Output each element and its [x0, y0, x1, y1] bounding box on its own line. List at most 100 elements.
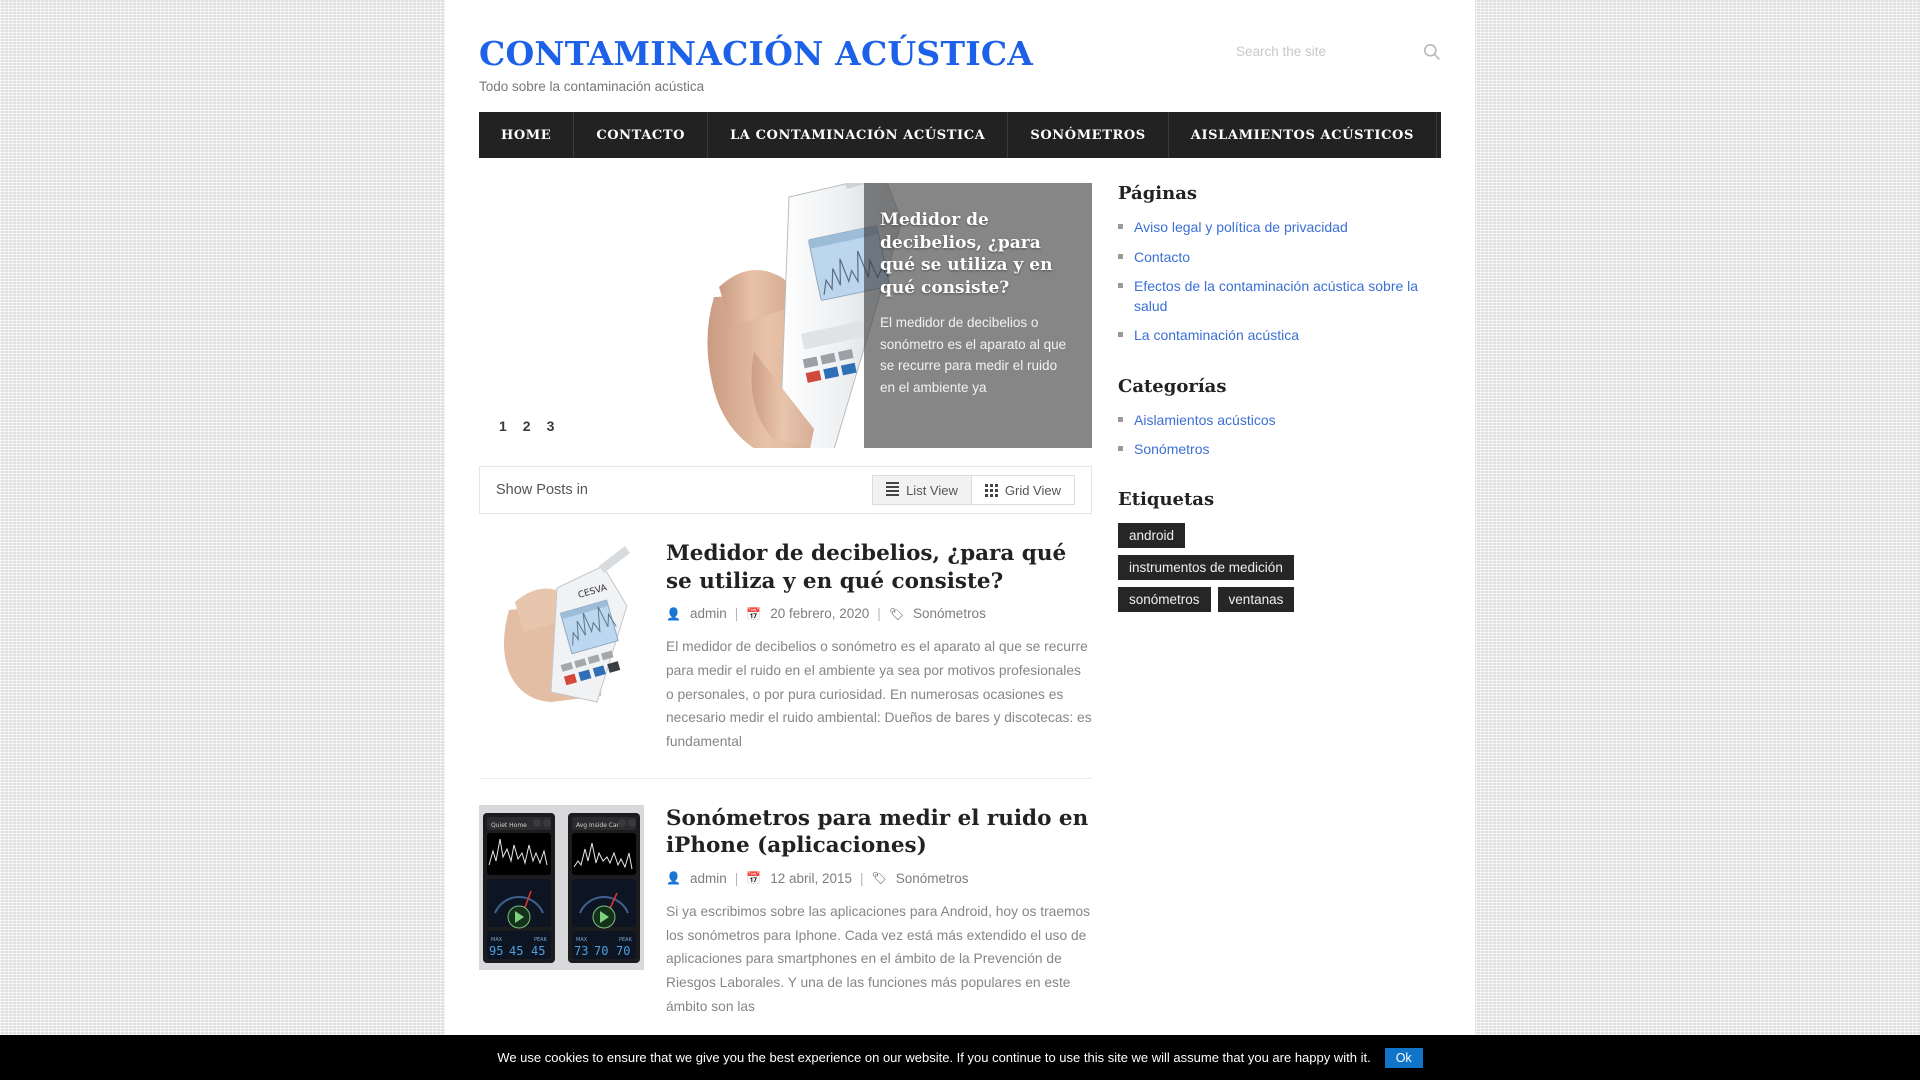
- post-thumbnail[interactable]: Quiet Home MAX PEAK 95 45 45 Avg Inside …: [479, 804, 644, 970]
- tag-ventanas[interactable]: ventanas: [1217, 587, 1295, 613]
- site-header: CONTAMINACIÓN ACÚSTICA Todo sobre la con…: [479, 0, 1441, 112]
- tag-cloud: android instrumentos de medición sonómet…: [1118, 523, 1358, 613]
- post-body: Sonómetros para medir el ruido en iPhone…: [666, 805, 1092, 1019]
- tag-sonometros[interactable]: sonómetros: [1118, 587, 1211, 613]
- nav-item-contacto[interactable]: CONTACTO: [574, 112, 709, 159]
- sidebar-link-aviso-legal[interactable]: Aviso legal y política de privacidad: [1134, 219, 1348, 235]
- nav-item-home[interactable]: HOME: [479, 112, 575, 159]
- view-switcher-bar: Show Posts in List View Grid View: [479, 466, 1092, 515]
- post-title[interactable]: Medidor de decibelios, ¿para qué se util…: [666, 540, 1092, 595]
- svg-text:73: 73: [574, 944, 588, 958]
- search-icon[interactable]: [1422, 42, 1441, 61]
- tag-icon: 🏷: [888, 606, 905, 621]
- cookie-accept-button[interactable]: Ok: [1384, 1047, 1423, 1068]
- svg-text:45: 45: [509, 944, 523, 958]
- svg-text:PEAK: PEAK: [534, 937, 548, 943]
- search-input[interactable]: [1236, 44, 1414, 59]
- widget-categories-title: Categorías: [1118, 375, 1227, 397]
- nav-item-la-contaminacion-acustica[interactable]: LA CONTAMINACIÓN ACÚSTICA: [708, 112, 1009, 159]
- sidebar-link-efectos-salud[interactable]: Efectos de la contaminación acústica sob…: [1134, 278, 1418, 314]
- grid-icon: [984, 483, 998, 497]
- list-item: Sonómetros: [1118, 439, 1441, 459]
- cookie-consent-banner: We use cookies to ensure that we give yo…: [0, 1035, 1920, 1080]
- post-list-item: Quiet Home MAX PEAK 95 45 45 Avg Inside …: [479, 779, 1092, 1044]
- post-date: 20 febrero, 2020: [770, 606, 870, 622]
- meta-separator: |: [860, 870, 864, 886]
- post-title[interactable]: Sonómetros para medir el ruido en iPhone…: [666, 805, 1092, 860]
- list-item: Contacto: [1118, 247, 1441, 267]
- user-icon: 👤: [666, 871, 681, 886]
- tag-android[interactable]: android: [1118, 523, 1186, 549]
- featured-slider[interactable]: Medidor de decibelios, ¿para qué se util…: [479, 183, 1092, 449]
- widget-tags-title: Etiquetas: [1118, 489, 1215, 511]
- post-list-item: CESVA Medidor de decibelios, ¿para qué s…: [479, 514, 1092, 779]
- post-date: 12 abril, 2015: [770, 870, 853, 886]
- slider-title[interactable]: Medidor de decibelios, ¿para qué se util…: [880, 209, 1072, 299]
- slider-excerpt: El medidor de decibelios o sonómetro es …: [880, 315, 1067, 395]
- svg-text:45: 45: [531, 944, 545, 958]
- svg-text:95: 95: [489, 944, 503, 958]
- widget-pages: Páginas Aviso legal y política de privac…: [1118, 183, 1441, 345]
- slider-caption: Medidor de decibelios, ¿para qué se util…: [864, 183, 1092, 449]
- post-excerpt: Si ya escribimos sobre las aplicaciones …: [666, 903, 1091, 1014]
- user-icon: 👤: [666, 606, 681, 621]
- svg-text:70: 70: [616, 944, 630, 958]
- sidebar-link-contacto[interactable]: Contacto: [1134, 249, 1190, 265]
- site-title[interactable]: CONTAMINACIÓN ACÚSTICA: [479, 35, 1236, 72]
- sidebar-link-contaminacion-acustica[interactable]: La contaminación acústica: [1134, 327, 1299, 343]
- post-author[interactable]: admin: [690, 606, 727, 621]
- tag-icon: 🏷: [871, 871, 887, 886]
- post-body: Medidor de decibelios, ¿para qué se util…: [666, 540, 1092, 754]
- sound-level-meter-photo: CESVA: [479, 540, 644, 706]
- slider-pagination: 1 2 3: [499, 418, 554, 434]
- list-item: Aviso legal y política de privacidad: [1118, 217, 1441, 237]
- site-branding[interactable]: CONTAMINACIÓN ACÚSTICA Todo sobre la con…: [479, 28, 1236, 94]
- grid-view-button[interactable]: Grid View: [970, 476, 1074, 505]
- widget-tags: Etiquetas android instrumentos de medici…: [1118, 489, 1441, 613]
- category-link-aislamientos-acusticos[interactable]: Aislamientos acústicos: [1134, 412, 1276, 428]
- post-category[interactable]: Sonómetros: [913, 606, 986, 621]
- svg-text:MAX: MAX: [491, 937, 503, 943]
- sidebar: Páginas Aviso legal y política de privac…: [1118, 183, 1441, 1043]
- list-item: Aislamientos acústicos: [1118, 410, 1441, 430]
- list-view-button[interactable]: List View: [873, 476, 971, 505]
- slider-dot-1[interactable]: 1: [499, 418, 507, 434]
- view-switcher-buttons: List View Grid View: [872, 475, 1075, 506]
- widget-categories: Categorías Aislamientos acústicos Sonóme…: [1118, 376, 1441, 460]
- post-meta: 👤 admin | 📅 20 febrero, 2020 | 🏷 Sonómet…: [666, 606, 1092, 621]
- list-item: Efectos de la contaminación acústica sob…: [1118, 276, 1441, 317]
- calendar-icon: 📅: [746, 871, 762, 886]
- post-excerpt: El medidor de decibelios o sonómetro es …: [666, 639, 1092, 750]
- slider-dot-3[interactable]: 3: [547, 418, 555, 434]
- nav-item-sonometros[interactable]: SONÓMETROS: [1008, 112, 1169, 159]
- slider-dot-2[interactable]: 2: [523, 418, 531, 434]
- svg-text:70: 70: [594, 944, 608, 958]
- search-form[interactable]: [1236, 28, 1441, 61]
- cookie-consent-text: We use cookies to ensure that we give yo…: [497, 1050, 1371, 1065]
- categories-list: Aislamientos acústicos Sonómetros: [1118, 410, 1441, 460]
- list-view-label: List View: [906, 482, 958, 498]
- widget-pages-title: Páginas: [1118, 183, 1198, 205]
- tag-instrumentos-de-medicion[interactable]: instrumentos de medición: [1118, 555, 1294, 581]
- svg-text:PEAK: PEAK: [619, 937, 633, 943]
- site-tagline: Todo sobre la contaminación acústica: [479, 79, 705, 95]
- svg-text:MAX: MAX: [576, 937, 588, 943]
- post-category[interactable]: Sonómetros: [896, 871, 969, 886]
- pages-list: Aviso legal y política de privacidad Con…: [1118, 217, 1441, 345]
- view-switcher-label: Show Posts in: [496, 482, 588, 499]
- nav-item-aislamientos-acusticos[interactable]: AISLAMIENTOS ACÚSTICOS: [1169, 112, 1437, 159]
- meta-separator: |: [877, 606, 881, 622]
- calendar-icon: 📅: [746, 606, 762, 621]
- list-icon: [886, 482, 900, 498]
- post-author[interactable]: admin: [690, 871, 727, 886]
- page-container: CONTAMINACIÓN ACÚSTICA Todo sobre la con…: [445, 0, 1475, 1080]
- grid-view-label: Grid View: [1004, 482, 1061, 498]
- list-item: La contaminación acústica: [1118, 325, 1441, 345]
- svg-text:Quiet Home: Quiet Home: [491, 822, 527, 829]
- meta-separator: |: [734, 870, 739, 886]
- svg-text:Avg Inside Car: Avg Inside Car: [576, 822, 620, 829]
- post-thumbnail[interactable]: CESVA: [479, 540, 644, 706]
- main-content: Medidor de decibelios, ¿para qué se util…: [479, 183, 1092, 1044]
- meta-separator: |: [734, 606, 739, 622]
- category-link-sonometros[interactable]: Sonómetros: [1134, 441, 1209, 457]
